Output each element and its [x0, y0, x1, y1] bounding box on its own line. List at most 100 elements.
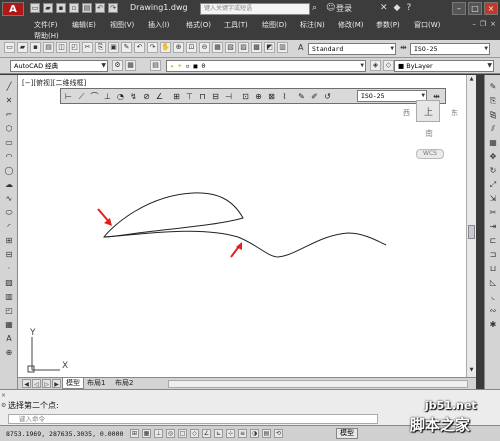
dim-edit-icon[interactable]: ✎ — [296, 91, 307, 102]
workspace-save-icon[interactable]: ▦ — [125, 60, 136, 71]
zoom-previous-icon[interactable]: ⊖ — [199, 42, 210, 53]
print-icon[interactable]: ▤ — [82, 3, 92, 13]
layer-previous-icon[interactable]: ◇ — [383, 60, 394, 71]
command-input[interactable]: 键入命令 — [8, 414, 378, 424]
ellipse-icon[interactable]: ⬭ — [3, 207, 15, 219]
menu-file[interactable]: 文件(F) — [34, 20, 58, 30]
dim-space-icon[interactable]: ⊟ — [210, 91, 221, 102]
login-link[interactable]: 登录 — [336, 3, 352, 14]
polygon-icon[interactable]: ⬡ — [3, 123, 15, 135]
3dosnap-icon[interactable]: ◇ — [190, 429, 199, 438]
rectangle-icon[interactable]: ▭ — [3, 137, 15, 149]
hatch-icon[interactable]: ▨ — [3, 277, 15, 289]
menu-modify[interactable]: 修改(M) — [338, 20, 364, 30]
menu-edit[interactable]: 编辑(E) — [72, 20, 96, 30]
exchange-icon[interactable]: ✕ — [380, 3, 388, 13]
make-current-icon[interactable]: ◈ — [370, 60, 381, 71]
ellipse-arc-icon[interactable]: ◜ — [3, 221, 15, 233]
dim-break-icon[interactable]: ⊣ — [223, 91, 234, 102]
open-icon[interactable]: ▰ — [43, 3, 53, 13]
mirror-icon[interactable]: ⧎ — [487, 109, 499, 121]
markup-icon[interactable]: ◩ — [264, 42, 275, 53]
viewcube-south[interactable]: 南 — [425, 128, 433, 139]
minimize-button[interactable]: – — [452, 2, 466, 15]
region-icon[interactable]: ◰ — [3, 305, 15, 317]
next-tab-icon[interactable]: ▷ — [42, 379, 51, 388]
last-tab-icon[interactable]: ▶ — [52, 379, 61, 388]
menu-window[interactable]: 窗口(W) — [414, 20, 440, 30]
selection-cycling-icon[interactable]: ⟲ — [274, 429, 283, 438]
close-button[interactable]: × — [484, 2, 498, 15]
pan-icon[interactable]: ✋ — [160, 42, 171, 53]
array-icon[interactable]: ▦ — [487, 137, 499, 149]
blend-icon[interactable]: ∾ — [487, 305, 499, 317]
tab-model[interactable]: 模型 — [62, 378, 84, 389]
application-menu-button[interactable]: A — [2, 2, 24, 16]
polyline-icon[interactable]: ⌐ — [3, 109, 15, 121]
undo-icon[interactable]: ↶ — [134, 42, 145, 53]
fillet-icon[interactable]: ◟ — [487, 291, 499, 303]
redo-icon[interactable]: ↷ — [108, 3, 118, 13]
join-icon[interactable]: ⊔ — [487, 263, 499, 275]
settings-icon[interactable]: ⚙ — [1, 402, 6, 409]
wcs-menu[interactable]: WCS — [416, 149, 444, 159]
lineweight-icon[interactable]: ≡ — [238, 429, 247, 438]
help-icon[interactable]: ? — [406, 3, 411, 13]
aligned-dim-icon[interactable]: ⟋ — [76, 91, 87, 102]
osnap-icon[interactable]: □ — [178, 429, 187, 438]
inspect-icon[interactable]: ⊠ — [266, 91, 277, 102]
cut-icon[interactable]: ✂ — [82, 42, 93, 53]
dim-style-select[interactable]: ISO-25 ▼ — [410, 43, 490, 55]
snap-icon[interactable]: ⊞ — [130, 429, 139, 438]
quick-dim-icon[interactable]: ⊞ — [171, 91, 182, 102]
prev-tab-icon[interactable]: ◁ — [32, 379, 41, 388]
zoom-realtime-icon[interactable]: ⊕ — [173, 42, 184, 53]
erase-icon[interactable]: ✎ — [487, 81, 499, 93]
save-as-icon[interactable]: ▫ — [69, 3, 79, 13]
viewcube-top-face[interactable]: 上 — [416, 100, 440, 122]
ordinate-icon[interactable]: ⊥ — [102, 91, 113, 102]
quick-props-icon[interactable]: ▤ — [262, 429, 271, 438]
search-input[interactable]: 键入关键字或短语 — [200, 3, 310, 15]
paste-icon[interactable]: ▣ — [108, 42, 119, 53]
tolerance-icon[interactable]: ⊡ — [240, 91, 251, 102]
center-mark-icon[interactable]: ⊕ — [253, 91, 264, 102]
chamfer-icon[interactable]: ◺ — [487, 277, 499, 289]
scroll-down-icon[interactable]: ▼ — [468, 367, 475, 375]
spline-icon[interactable]: ∿ — [3, 193, 15, 205]
scroll-up-icon[interactable]: ▲ — [468, 76, 475, 84]
doc-minimize-button[interactable]: – — [472, 20, 476, 28]
linear-dim-icon[interactable]: ⊢ — [63, 91, 74, 102]
layer-properties-icon[interactable]: ▤ — [150, 60, 161, 71]
dim-update-icon[interactable]: ↺ — [322, 91, 333, 102]
insert-block-icon[interactable]: ⊞ — [3, 235, 15, 247]
save-icon[interactable]: ▪ — [56, 3, 66, 13]
search-icon[interactable]: ⌕ — [312, 3, 322, 14]
workspace-select[interactable]: AutoCAD 经典 ▼ — [10, 60, 108, 72]
viewcube-east[interactable]: 东 — [451, 108, 458, 118]
construction-line-icon[interactable]: ✕ — [3, 95, 15, 107]
arc-length-icon[interactable]: ⌒ — [89, 91, 100, 102]
sheetset-icon[interactable]: ▩ — [251, 42, 262, 53]
publish-icon[interactable]: ◰ — [69, 42, 80, 53]
break-icon[interactable]: ⊐ — [487, 249, 499, 261]
mtext-icon[interactable]: A — [3, 333, 15, 345]
model-space-button[interactable]: 模型 — [336, 428, 358, 439]
layer-select[interactable]: ✦ ☀ ▫ ■ 0 ▼ — [166, 60, 366, 72]
explode-icon[interactable]: ✱ — [487, 319, 499, 331]
doc-close-button[interactable]: × — [490, 20, 496, 28]
jogged-icon[interactable]: ↯ — [128, 91, 139, 102]
new-icon[interactable]: ▭ — [30, 3, 40, 13]
open-icon[interactable]: ▰ — [17, 42, 28, 53]
zoom-window-icon[interactable]: ⊡ — [186, 42, 197, 53]
angular-icon[interactable]: ∠ — [154, 91, 165, 102]
menu-parametric[interactable]: 参数(P) — [376, 20, 400, 30]
properties-icon[interactable]: ▦ — [212, 42, 223, 53]
vertical-scrollbar[interactable]: ▲ ▼ — [466, 75, 476, 377]
menu-tools[interactable]: 工具(T) — [224, 20, 248, 30]
first-tab-icon[interactable]: ◀ — [22, 379, 31, 388]
tab-layout1[interactable]: 布局1 — [84, 378, 108, 389]
save-icon[interactable]: ▪ — [30, 42, 41, 53]
point-icon[interactable]: · — [3, 263, 15, 275]
revcloud-icon[interactable]: ☁ — [3, 179, 15, 191]
